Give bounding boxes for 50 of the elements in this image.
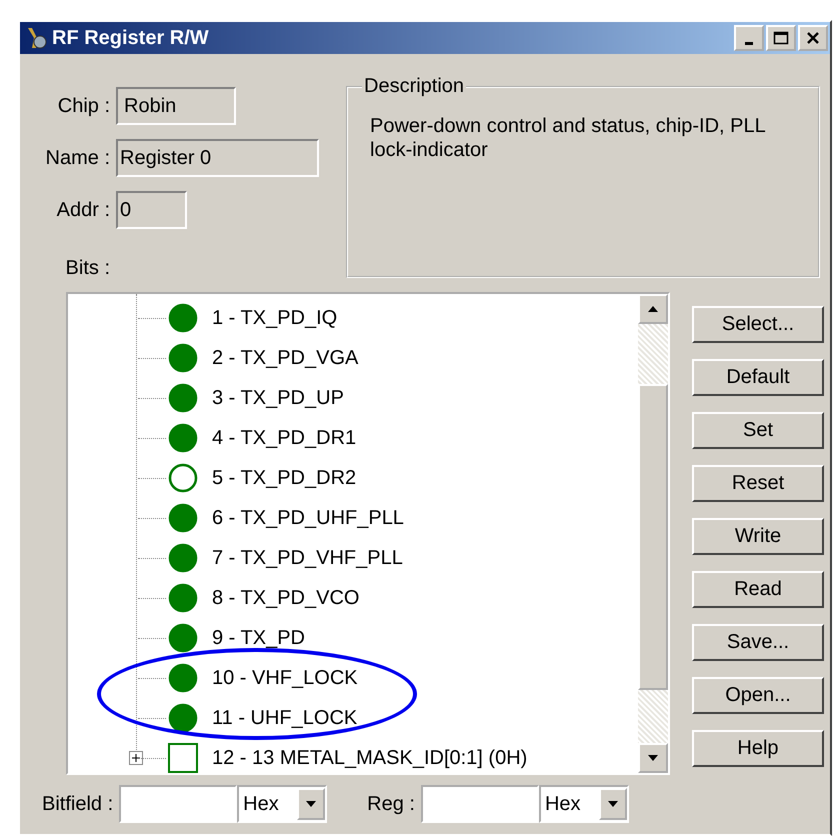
close-icon bbox=[805, 30, 821, 46]
push-button[interactable]: Set bbox=[692, 412, 824, 449]
push-button[interactable]: Save... bbox=[692, 624, 824, 661]
minimize-button[interactable] bbox=[734, 25, 764, 51]
window-title: RF Register R/W bbox=[52, 26, 210, 50]
push-button[interactable]: Help bbox=[692, 730, 824, 767]
down-arrow-icon bbox=[647, 754, 659, 762]
field-label: Bitfield : bbox=[42, 792, 114, 816]
minimize-icon bbox=[745, 42, 753, 44]
maximize-button[interactable] bbox=[766, 25, 796, 51]
scroll-up-button[interactable] bbox=[638, 294, 668, 324]
tree-item[interactable]: 9 - TX_PD bbox=[212, 626, 305, 650]
push-button[interactable]: Read bbox=[692, 571, 824, 608]
bits-label: Bits : bbox=[64, 256, 111, 280]
tree-item[interactable]: 5 - TX_PD_DR2 bbox=[212, 466, 356, 490]
push-button[interactable]: Reset bbox=[692, 465, 824, 502]
expand-icon[interactable] bbox=[129, 751, 143, 765]
dropdown-arrow-icon bbox=[305, 800, 318, 808]
maximize-icon bbox=[773, 30, 789, 46]
push-button[interactable]: Open... bbox=[692, 677, 824, 714]
field-label: Name : bbox=[44, 146, 111, 170]
field-label: Addr : bbox=[56, 198, 111, 222]
input-field[interactable] bbox=[119, 785, 238, 823]
tree-item[interactable]: 6 - TX_PD_UHF_PLL bbox=[212, 506, 404, 530]
field-label: Chip : bbox=[56, 94, 111, 118]
tree-item[interactable]: 2 - TX_PD_VGA bbox=[212, 346, 358, 370]
description-text: Power-down control and status, chip-ID, PLL lock-indicator bbox=[370, 114, 766, 162]
field-label: Reg : bbox=[367, 792, 415, 816]
tree-item[interactable]: 10 - VHF_LOCK bbox=[212, 666, 358, 690]
tree-item[interactable]: 12 - 13 METAL_MASK_ID[0:1] (0H) bbox=[212, 746, 528, 770]
scroll-down-button[interactable] bbox=[638, 743, 668, 773]
readonly-field[interactable]: Register 0 bbox=[116, 139, 319, 177]
tree-item[interactable]: 1 - TX_PD_IQ bbox=[212, 306, 338, 330]
push-button[interactable]: Select... bbox=[692, 306, 824, 343]
tree-item[interactable]: 4 - TX_PD_DR1 bbox=[212, 426, 356, 450]
up-arrow-icon bbox=[647, 305, 659, 313]
readonly-field[interactable]: 0 bbox=[116, 191, 187, 229]
format-dropdown[interactable]: Hex bbox=[237, 785, 328, 823]
tree-item[interactable]: 7 - TX_PD_VHF_PLL bbox=[212, 546, 403, 570]
scrollbar[interactable] bbox=[638, 294, 668, 773]
dropdown-arrow-icon bbox=[606, 800, 619, 808]
readonly-field[interactable]: Robin bbox=[116, 87, 236, 125]
tree-item[interactable]: 11 - UHF_LOCK bbox=[212, 706, 358, 730]
tree-item[interactable]: 3 - TX_PD_UP bbox=[212, 386, 344, 410]
tree-item[interactable]: 8 - TX_PD_VCO bbox=[212, 586, 360, 610]
close-button[interactable] bbox=[798, 25, 828, 51]
input-field[interactable] bbox=[420, 785, 539, 823]
format-dropdown[interactable]: Hex bbox=[538, 785, 629, 823]
push-button[interactable]: Default bbox=[692, 359, 824, 396]
push-button[interactable]: Write bbox=[692, 518, 824, 555]
